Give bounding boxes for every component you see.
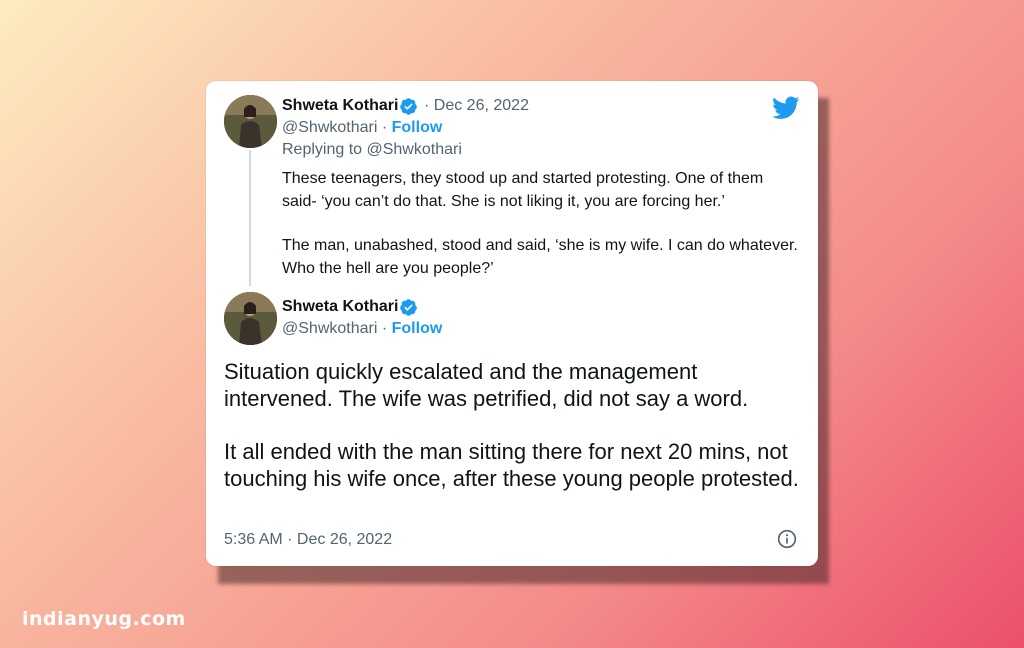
watermark: indianyug.com <box>22 608 186 630</box>
avatar[interactable] <box>224 95 277 148</box>
follow-button[interactable]: Follow <box>392 320 443 337</box>
twitter-bird-icon[interactable] <box>772 96 800 120</box>
reply-paragraph: The man, unabashed, stood and said, ‘she… <box>282 237 798 277</box>
main-tweet-text: Situation quickly escalated and the mana… <box>224 358 809 492</box>
handle-row: @Shwkothari · Follow <box>282 320 442 338</box>
info-icon[interactable] <box>777 529 797 549</box>
author-name[interactable]: Shweta Kothari <box>282 298 398 316</box>
handle[interactable]: @Shwkothari <box>282 320 377 337</box>
tweet-timestamp[interactable]: 5:36 AM · Dec 26, 2022 <box>224 531 392 549</box>
date-text: Dec 26, 2022 <box>433 97 529 114</box>
verified-badge-icon <box>400 299 417 316</box>
main-paragraph: Situation quickly escalated and the mana… <box>224 359 749 411</box>
verified-badge-icon <box>400 98 417 115</box>
follow-button[interactable]: Follow <box>392 119 443 136</box>
author-name[interactable]: Shweta Kothari <box>282 97 398 115</box>
reply-paragraph: These teenagers, they stood up and start… <box>282 170 764 210</box>
reply-tweet-text: These teenagers, they stood up and start… <box>282 167 802 280</box>
main-paragraph: It all ended with the man sitting there … <box>224 439 799 491</box>
thread-connector-line <box>249 150 251 286</box>
separator-dot: · <box>381 320 392 337</box>
separator-dot: · <box>381 119 392 136</box>
handle-row: @Shwkothari · Follow <box>282 119 442 137</box>
avatar[interactable] <box>224 292 277 345</box>
handle[interactable]: @Shwkothari <box>282 119 377 136</box>
tweet-date[interactable]: · Dec 26, 2022 <box>424 97 529 115</box>
replying-to[interactable]: Replying to @Shwkothari <box>282 141 462 159</box>
